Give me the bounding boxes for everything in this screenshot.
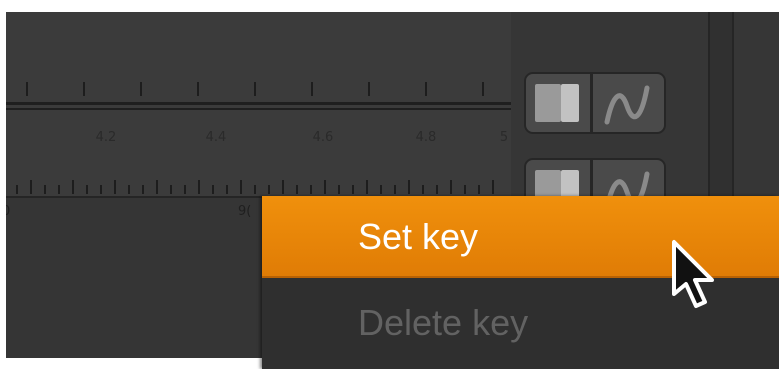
curve-icon bbox=[604, 85, 650, 125]
timeline-subruler[interactable]: 4.2 4.4 4.6 4.8 5 bbox=[6, 110, 511, 196]
ruler-label: 4.2 bbox=[95, 130, 117, 145]
mouse-cursor-icon bbox=[672, 240, 714, 308]
ruler-label: 4.4 bbox=[205, 130, 227, 145]
keyframe-track[interactable]: 0 9( bbox=[6, 196, 264, 358]
ruler-ticks bbox=[6, 82, 511, 96]
ruler-label: 5 bbox=[499, 130, 509, 145]
split-view-button[interactable] bbox=[524, 72, 592, 134]
ruler-label: 4.8 bbox=[415, 130, 437, 145]
ruler-label: 4.6 bbox=[312, 130, 334, 145]
timeline-ruler[interactable]: 4.2 4.4 4.6 4.8 5 bbox=[6, 12, 511, 145]
curve-view-button[interactable] bbox=[592, 72, 666, 134]
track-label: 0 bbox=[6, 204, 11, 219]
track-label: 9( bbox=[238, 204, 252, 219]
ruler-line bbox=[6, 102, 511, 105]
subruler-ticks bbox=[6, 180, 511, 194]
